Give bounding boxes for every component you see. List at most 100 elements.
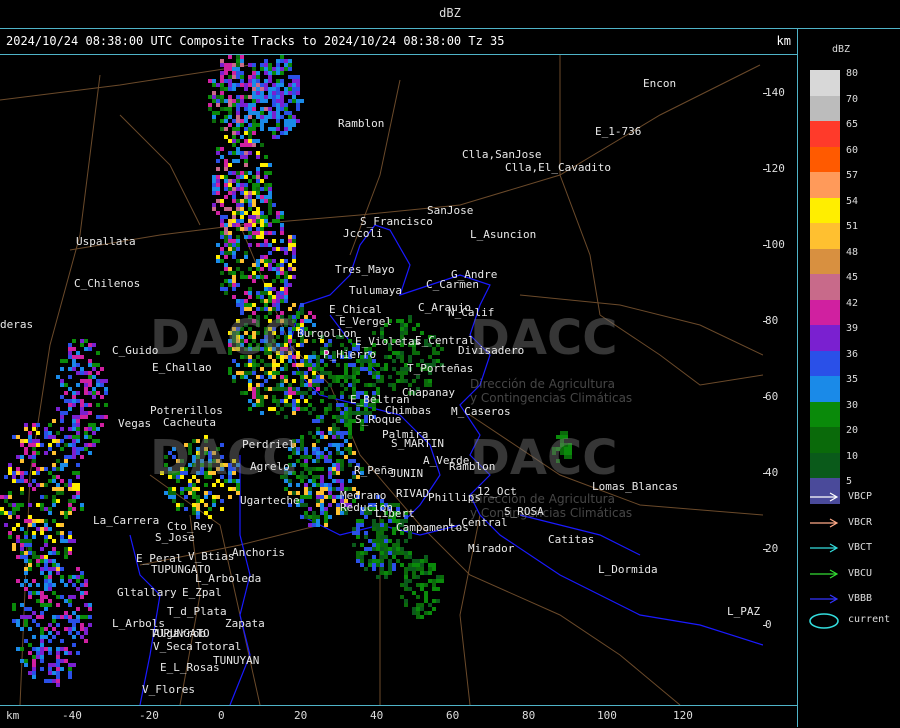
radar-cell <box>244 163 248 167</box>
radar-cell <box>220 71 224 75</box>
radar-cell <box>320 503 324 507</box>
radar-cell <box>72 483 76 487</box>
radar-cell <box>320 375 324 379</box>
radar-cell <box>100 367 104 371</box>
radar-cell <box>264 87 268 91</box>
radar-cell <box>76 587 80 591</box>
radar-cell <box>216 255 220 259</box>
radar-cell <box>428 355 432 359</box>
radar-cell <box>44 559 48 563</box>
radar-cell <box>52 495 56 499</box>
radar-cell <box>68 487 72 491</box>
radar-cell <box>284 271 288 275</box>
radar-cell <box>80 507 84 511</box>
radar-cell <box>276 219 280 223</box>
map-canvas[interactable]: DACC DACC Dirección de Agricultura y Con… <box>0 55 763 705</box>
radar-cell <box>216 243 220 247</box>
radar-cell <box>428 379 432 383</box>
radar-cell <box>272 131 276 135</box>
radar-cell <box>24 639 28 643</box>
radar-cell <box>272 67 276 71</box>
radar-cell <box>268 243 272 247</box>
radar-cell <box>396 539 400 543</box>
radar-cell <box>68 531 72 535</box>
radar-cell <box>284 395 288 399</box>
radar-cell <box>80 591 84 595</box>
radar-cell <box>364 535 368 539</box>
radar-cell <box>360 519 364 523</box>
radar-cell <box>76 415 80 419</box>
radar-cell <box>228 99 232 103</box>
radar-cell <box>192 507 196 511</box>
radar-cell <box>72 499 76 503</box>
radar-cell <box>348 419 352 423</box>
radar-cell <box>104 415 108 419</box>
radar-cell <box>232 379 236 383</box>
radar-cell <box>224 179 228 183</box>
radar-cell <box>372 559 376 563</box>
radar-cell <box>32 635 36 639</box>
radar-cell <box>316 419 320 423</box>
radar-cell <box>228 63 232 67</box>
radar-cell <box>272 71 276 75</box>
radar-cell <box>264 83 268 87</box>
legend-title: dBZ <box>832 44 851 55</box>
radar-cell <box>52 547 56 551</box>
radar-cell <box>232 375 236 379</box>
radar-cell <box>36 471 40 475</box>
radar-cell <box>248 195 252 199</box>
radar-cell <box>276 79 280 83</box>
radar-cell <box>340 391 344 395</box>
radar-cell <box>268 211 272 215</box>
radar-cell <box>40 443 44 447</box>
radar-cell <box>268 127 272 131</box>
radar-cell <box>104 391 108 395</box>
radar-cell <box>8 503 12 507</box>
radar-cell <box>420 559 424 563</box>
radar-cell <box>16 515 20 519</box>
radar-cell <box>392 555 396 559</box>
legend-swatch <box>810 248 840 275</box>
radar-cell <box>400 351 404 355</box>
watermark-logo-bottom-right: DACC <box>470 430 617 486</box>
radar-cell <box>52 567 56 571</box>
radar-cell <box>308 367 312 371</box>
radar-cell <box>256 259 260 263</box>
radar-cell <box>60 487 64 491</box>
radar-cell <box>232 255 236 259</box>
radar-cell <box>328 459 332 463</box>
radar-cell <box>92 439 96 443</box>
radar-cell <box>76 463 80 467</box>
radar-cell <box>236 71 240 75</box>
radar-cell <box>76 607 80 611</box>
radar-cell <box>380 547 384 551</box>
radar-cell <box>40 495 44 499</box>
radar-cell <box>380 571 384 575</box>
radar-cell <box>412 591 416 595</box>
radar-cell <box>32 455 36 459</box>
radar-cell <box>220 91 224 95</box>
radar-cell <box>240 299 244 303</box>
radar-cell <box>68 667 72 671</box>
radar-cell <box>224 251 228 255</box>
radar-cell <box>44 555 48 559</box>
radar-cell <box>240 171 244 175</box>
radar-cell <box>48 431 52 435</box>
place-label: SanJose <box>427 204 474 217</box>
radar-cell <box>404 579 408 583</box>
radar-cell <box>316 455 320 459</box>
radar-cell <box>224 119 228 123</box>
radar-cell <box>28 671 32 675</box>
radar-cell <box>320 491 324 495</box>
radar-cell <box>240 211 244 215</box>
radar-cell <box>184 495 188 499</box>
y-tick-mark <box>763 473 767 474</box>
radar-cell <box>264 183 268 187</box>
radar-cell <box>44 451 48 455</box>
radar-cell <box>28 615 32 619</box>
radar-cell <box>244 251 248 255</box>
radar-cell <box>12 435 16 439</box>
radar-cell <box>28 567 32 571</box>
radar-cell <box>244 303 248 307</box>
radar-cell <box>252 183 256 187</box>
